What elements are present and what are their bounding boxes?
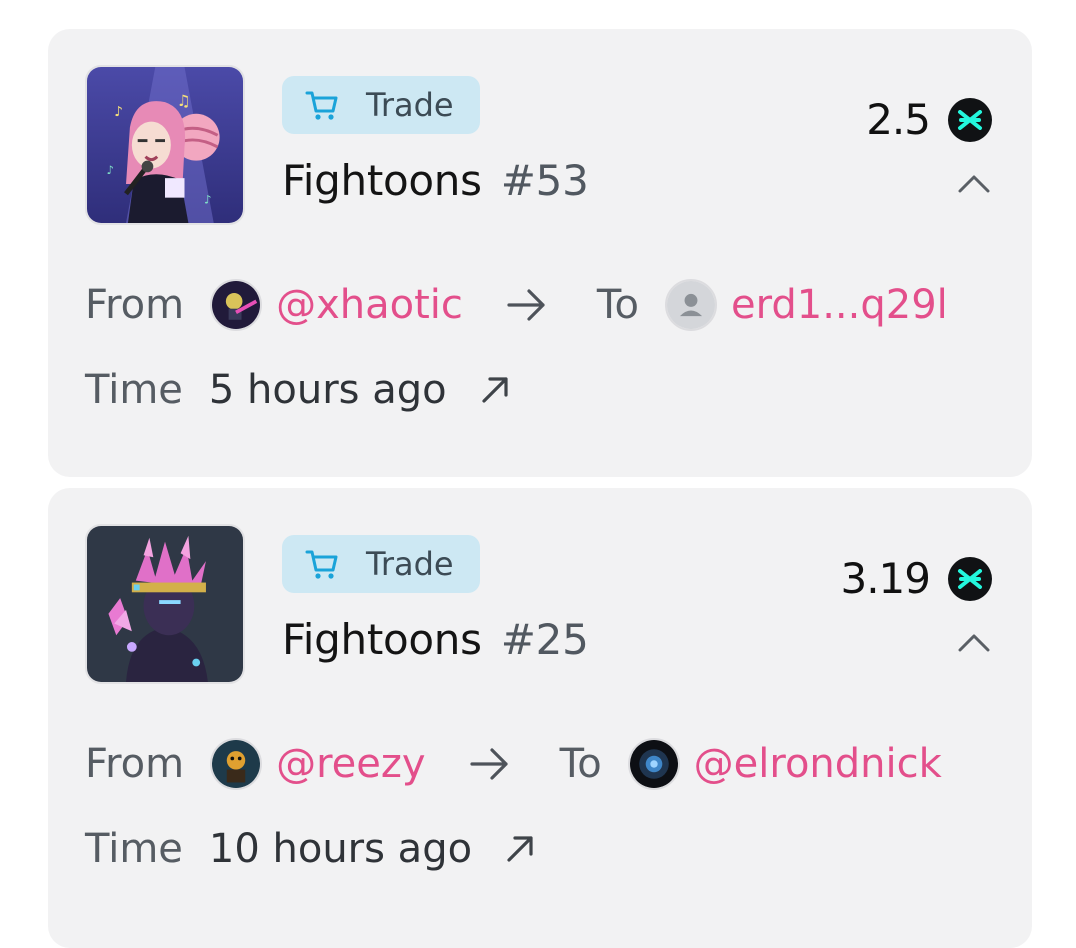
from-label: From	[85, 282, 185, 328]
trade-badge: Trade	[282, 76, 480, 134]
arrow-right-icon	[503, 285, 551, 325]
price: 3.19	[840, 554, 992, 603]
arrow-right-icon	[466, 744, 514, 784]
egld-icon	[948, 556, 992, 601]
chevron-up-icon[interactable]	[954, 628, 994, 658]
time-label: Time	[85, 826, 183, 872]
sender-avatar[interactable]	[210, 738, 263, 790]
trade-badge: Trade	[282, 535, 480, 593]
external-link-icon[interactable]	[502, 831, 538, 867]
time-label: Time	[85, 367, 183, 413]
transaction-card[interactable]: Trade Fightoons #25 3.19 From @reezy To …	[48, 488, 1032, 948]
badge-label: Trade	[366, 86, 454, 124]
nft-title[interactable]: Fightoons #53	[282, 156, 589, 205]
recipient-avatar[interactable]	[665, 279, 718, 331]
svg-text:♫: ♫	[177, 92, 191, 110]
svg-text:♪: ♪	[114, 104, 123, 120]
chevron-up-icon[interactable]	[954, 169, 994, 199]
badge-label: Trade	[366, 545, 454, 583]
sender-avatar[interactable]	[210, 279, 263, 331]
egld-icon	[948, 97, 992, 142]
collection-name: Fightoons	[282, 615, 482, 664]
price: 2.5	[866, 95, 992, 144]
to-label: To	[596, 282, 640, 328]
to-label: To	[559, 741, 602, 787]
nft-title[interactable]: Fightoons #25	[282, 615, 589, 664]
sender-handle[interactable]: @reezy	[276, 741, 425, 787]
svg-text:♪: ♪	[204, 193, 211, 207]
recipient-avatar[interactable]	[627, 738, 680, 790]
recipient-handle[interactable]: @elrondnick	[694, 741, 942, 787]
transfer-row: From @reezy To @elrondnick	[85, 738, 942, 790]
collection-name: Fightoons	[282, 156, 482, 205]
time-row: Time 10 hours ago	[85, 826, 538, 872]
transfer-row: From @xhaotic To erd1...q29l	[85, 279, 948, 331]
price-value: 3.19	[840, 554, 931, 603]
recipient-handle[interactable]: erd1...q29l	[731, 282, 948, 328]
price-value: 2.5	[866, 95, 931, 144]
cart-icon	[304, 546, 340, 582]
nft-thumbnail[interactable]	[85, 524, 245, 684]
nft-image-singer: ♪ ♫ ♪ ♪	[87, 67, 243, 223]
nft-thumbnail[interactable]: ♪ ♫ ♪ ♪	[85, 65, 245, 225]
time-row: Time 5 hours ago	[85, 367, 513, 413]
token-number: #25	[500, 615, 589, 664]
transaction-card[interactable]: ♪ ♫ ♪ ♪ Trade Fightoons #53 2.5 From @xh…	[48, 29, 1032, 477]
sender-handle[interactable]: @xhaotic	[276, 282, 463, 328]
token-number: #53	[500, 156, 589, 205]
external-link-icon[interactable]	[477, 372, 513, 408]
time-value: 10 hours ago	[208, 826, 473, 872]
from-label: From	[85, 741, 185, 787]
svg-text:♪: ♪	[107, 163, 114, 177]
nft-image-crystal-warrior	[87, 526, 243, 682]
time-value: 5 hours ago	[208, 367, 447, 413]
cart-icon	[304, 87, 340, 123]
